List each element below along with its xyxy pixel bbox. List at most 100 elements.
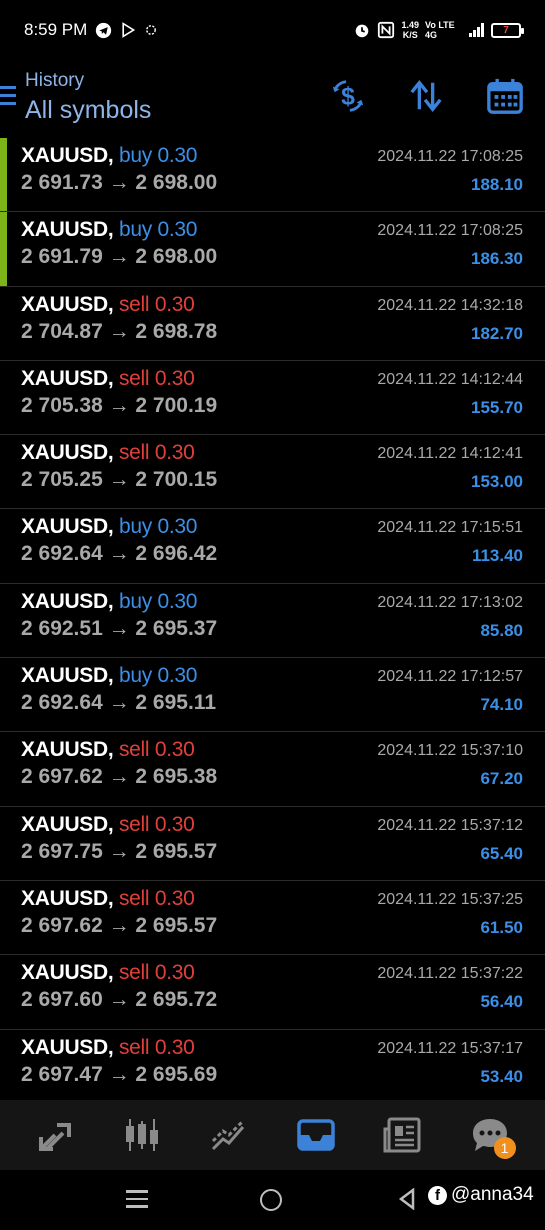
trade-title: XAUUSD, sell 0.30 xyxy=(21,887,195,911)
app-header: History All symbols $ xyxy=(0,62,545,132)
trade-profit: 53.40 xyxy=(480,1066,523,1086)
trade-volume: 0.30 xyxy=(157,144,198,167)
trade-row[interactable]: XAUUSD, sell 0.30 2 704.87 → 2 698.78 20… xyxy=(0,287,545,361)
menu-icon[interactable] xyxy=(0,86,16,108)
trade-profit: 65.40 xyxy=(480,843,523,863)
trade-time: 2024.11.22 14:32:18 xyxy=(377,296,523,314)
trade-side: buy xyxy=(118,218,152,242)
history-icon[interactable] xyxy=(292,1111,340,1159)
trade-row[interactable]: XAUUSD, buy 0.30 2 692.51 → 2 695.37 202… xyxy=(0,584,545,659)
home-button[interactable] xyxy=(260,1189,282,1211)
signal-icon xyxy=(469,23,485,37)
trade-history-list: XAUUSD, buy 0.30 2 691.73 → 2 698.00 202… xyxy=(0,138,545,1104)
trade-symbol: XAUUSD, xyxy=(21,738,114,762)
trade-profit: 153.00 xyxy=(471,472,523,492)
trade-symbol: XAUUSD, xyxy=(21,292,114,316)
trade-volume: 0.30 xyxy=(154,738,195,762)
network-speed: 1.49 K/S xyxy=(401,20,419,40)
calendar-icon[interactable] xyxy=(485,76,525,116)
trade-side: buy xyxy=(118,664,152,688)
trade-profit: 113.40 xyxy=(471,546,523,566)
trade-title: XAUUSD, sell 0.30 xyxy=(21,738,195,762)
news-icon[interactable] xyxy=(379,1111,427,1159)
back-button[interactable] xyxy=(398,1187,416,1215)
trade-profit: 155.70 xyxy=(471,397,523,417)
trade-prices: 2 697.62 → 2 695.38 xyxy=(21,765,218,789)
sort-icon[interactable] xyxy=(406,76,446,116)
trade-time: 2024.11.22 15:37:10 xyxy=(377,742,523,760)
trade-title: XAUUSD, sell 0.30 xyxy=(21,367,195,391)
trade-title: XAUUSD, sell 0.30 xyxy=(21,961,195,985)
trade-side: buy xyxy=(118,589,152,613)
trade-title: XAUUSD, sell 0.30 xyxy=(21,293,195,317)
trade-row[interactable]: XAUUSD, buy 0.30 2 692.64 → 2 695.11 202… xyxy=(0,658,545,733)
trade-volume: 0.30 xyxy=(154,366,195,390)
trade-profit: 186.30 xyxy=(471,249,523,269)
trade-side: sell xyxy=(118,441,150,465)
trade-prices: 2 697.75 → 2 695.57 xyxy=(21,839,218,863)
chat-icon[interactable]: 1 xyxy=(466,1111,516,1159)
trade-volume: 0.30 xyxy=(157,515,198,539)
trade-side: sell xyxy=(118,886,150,910)
trade-symbol: XAUUSD, xyxy=(21,441,114,465)
position-highlight-bar xyxy=(0,212,7,286)
position-highlight-bar xyxy=(0,138,7,212)
recent-apps-button[interactable] xyxy=(126,1190,148,1213)
chart-icon[interactable] xyxy=(118,1111,166,1159)
trade-title: XAUUSD, buy 0.30 xyxy=(21,515,197,539)
alarm-icon xyxy=(353,21,371,39)
trade-row[interactable]: XAUUSD, sell 0.30 2 705.38 → 2 700.19 20… xyxy=(0,361,545,436)
trade-side: sell xyxy=(118,292,150,316)
trade-time: 2024.11.22 17:08:25 xyxy=(377,148,523,165)
trade-side: sell xyxy=(118,738,150,762)
trade-time: 2024.11.22 14:12:44 xyxy=(377,370,523,388)
settings-icon xyxy=(144,23,158,37)
trade-prices: 2 692.51 → 2 695.37 xyxy=(21,616,218,640)
network-type: Vo LTE 4G xyxy=(425,20,455,40)
trade-title: XAUUSD, buy 0.30 xyxy=(21,144,197,168)
battery-icon: 7 xyxy=(491,22,524,38)
trade-time: 2024.11.22 17:08:25 xyxy=(377,222,523,240)
trade-time: 2024.11.22 17:12:57 xyxy=(377,668,523,686)
trade-row[interactable]: XAUUSD, sell 0.30 2 697.62 → 2 695.57 20… xyxy=(0,881,545,956)
trade-row[interactable]: XAUUSD, sell 0.30 2 697.62 → 2 695.38 20… xyxy=(0,732,545,807)
currency-exchange-icon[interactable]: $ xyxy=(328,76,368,116)
quotes-icon[interactable] xyxy=(31,1111,79,1159)
trade-row[interactable]: XAUUSD, sell 0.30 2 705.25 → 2 700.15 20… xyxy=(0,435,545,510)
trade-time: 2024.11.22 17:15:51 xyxy=(377,519,523,537)
trade-prices: 2 692.64 → 2 696.42 xyxy=(21,542,218,566)
trade-side: buy xyxy=(118,144,152,167)
trade-icon[interactable] xyxy=(205,1111,253,1159)
trade-title: XAUUSD, buy 0.30 xyxy=(21,664,197,688)
trade-side: sell xyxy=(118,366,150,390)
trade-symbol: XAUUSD, xyxy=(21,589,114,613)
trade-volume: 0.30 xyxy=(154,1035,195,1059)
trade-row[interactable]: XAUUSD, sell 0.30 2 697.47 → 2 695.69 20… xyxy=(0,1030,545,1104)
trade-title: XAUUSD, buy 0.30 xyxy=(21,590,197,614)
trade-prices: 2 691.73 → 2 698.00 xyxy=(21,171,218,194)
watermark-handle: @anna34 xyxy=(451,1184,534,1205)
trade-row[interactable]: XAUUSD, buy 0.30 2 691.79 → 2 698.00 202… xyxy=(0,212,545,287)
trade-row[interactable]: XAUUSD, buy 0.30 2 692.64 → 2 696.42 202… xyxy=(0,509,545,584)
trade-side: buy xyxy=(118,515,152,539)
trade-row[interactable]: XAUUSD, sell 0.30 2 697.60 → 2 695.72 20… xyxy=(0,955,545,1030)
trade-row[interactable]: XAUUSD, sell 0.30 2 697.75 → 2 695.57 20… xyxy=(0,807,545,881)
page-title[interactable]: All symbols xyxy=(25,96,151,125)
facebook-icon: f xyxy=(428,1185,447,1205)
trade-profit: 188.10 xyxy=(471,175,523,194)
trade-prices: 2 697.62 → 2 695.57 xyxy=(21,913,218,937)
trade-title: XAUUSD, sell 0.30 xyxy=(21,441,195,465)
trade-side: sell xyxy=(118,1035,150,1059)
trade-volume: 0.30 xyxy=(154,441,195,465)
trade-time: 2024.11.22 15:37:12 xyxy=(377,816,523,834)
trade-profit: 67.20 xyxy=(480,769,523,789)
trade-time: 2024.11.22 17:13:02 xyxy=(377,593,523,611)
system-nav-bar: f @anna34 xyxy=(0,1170,545,1230)
nfc-icon xyxy=(377,21,395,39)
trade-time: 2024.11.22 15:37:25 xyxy=(377,890,523,908)
trade-volume: 0.30 xyxy=(157,218,198,242)
trade-row[interactable]: XAUUSD, buy 0.30 2 691.73 → 2 698.00 202… xyxy=(0,138,545,213)
trade-symbol: XAUUSD, xyxy=(21,366,114,390)
trade-profit: 56.40 xyxy=(480,992,523,1012)
status-bar: 8:59 PM 1.49 K/S Vo LTE 4G 7 xyxy=(0,0,545,60)
